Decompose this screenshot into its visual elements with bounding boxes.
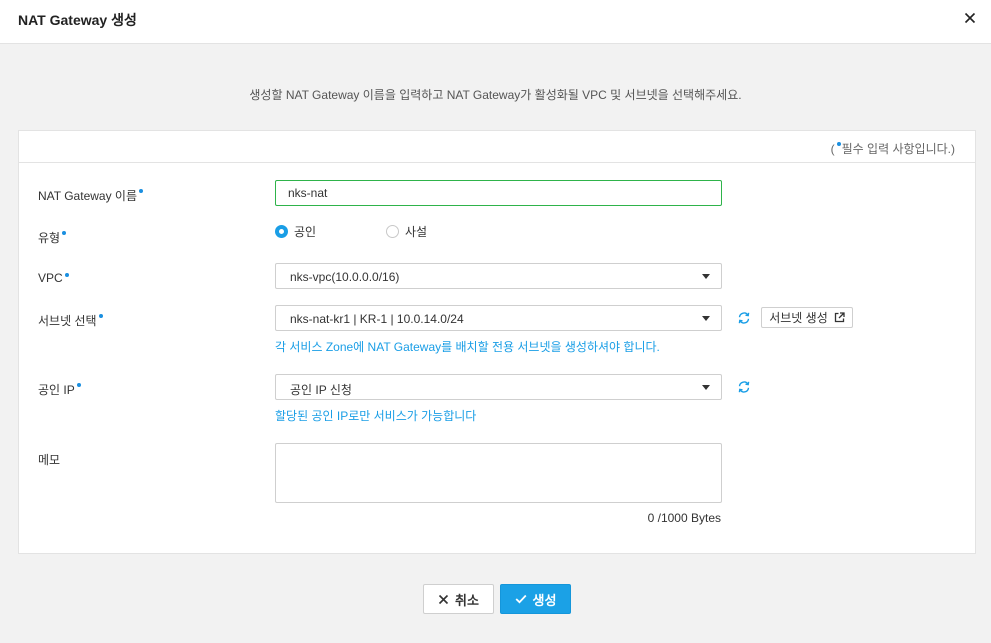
public-ip-hint: 할당된 공인 IP로만 서비스가 가능합니다 xyxy=(275,409,477,423)
public-ip-label-text: 공인 IP xyxy=(38,383,75,397)
cancel-button[interactable]: 취소 xyxy=(423,584,494,614)
cancel-label: 취소 xyxy=(455,592,479,608)
x-icon xyxy=(438,594,449,604)
required-dot xyxy=(76,383,81,387)
type-label: 유형 xyxy=(38,229,67,246)
type-radio-private-label: 사설 xyxy=(405,225,428,239)
close-icon xyxy=(964,12,976,24)
subnet-select-value: nks-nat-kr1 | KR-1 | 10.0.14.0/24 xyxy=(290,312,464,326)
required-note-text: 필수 입력 사항입니다.) xyxy=(841,142,955,156)
required-note-open: ( xyxy=(830,142,835,156)
close-button[interactable] xyxy=(961,9,979,27)
refresh-icon xyxy=(738,312,750,324)
name-label: NAT Gateway 이름 xyxy=(38,187,144,204)
memo-byte-count: 0 /1000 Bytes xyxy=(647,511,721,525)
memo-textarea[interactable] xyxy=(275,443,722,503)
subnet-label-text: 서브넷 선택 xyxy=(38,314,97,328)
dialog-header: NAT Gateway 생성 xyxy=(0,0,991,44)
required-dot xyxy=(836,142,841,146)
dialog-description: 생성할 NAT Gateway 이름을 입력하고 NAT Gateway가 활성… xyxy=(249,88,742,102)
required-bar: ( 필수 입력 사항입니다.) xyxy=(19,131,975,163)
dialog-title: NAT Gateway 생성 xyxy=(18,12,137,28)
vpc-select-value: nks-vpc(10.0.0.0/16) xyxy=(290,270,400,284)
required-note: ( 필수 입력 사항입니다.) xyxy=(831,140,955,157)
type-radio-private[interactable]: 사설 xyxy=(386,223,427,240)
refresh-icon xyxy=(738,381,750,393)
required-dot xyxy=(64,273,69,277)
public-ip-label: 공인 IP xyxy=(38,381,82,398)
subnet-hint: 각 서비스 Zone에 NAT Gateway를 배치할 전용 서브넷을 생성하… xyxy=(275,340,660,354)
type-radio-public-label: 공인 xyxy=(294,225,317,239)
create-label: 생성 xyxy=(532,592,557,608)
caret-down-icon xyxy=(702,385,710,390)
public-ip-refresh-button[interactable] xyxy=(737,380,751,394)
form-card: ( 필수 입력 사항입니다.) NAT Gateway 이름 유형 공인 사설 V… xyxy=(18,130,976,554)
vpc-select[interactable]: nks-vpc(10.0.0.0/16) xyxy=(275,263,722,289)
subnet-select[interactable]: nks-nat-kr1 | KR-1 | 10.0.14.0/24 xyxy=(275,305,722,331)
check-icon xyxy=(515,594,526,604)
name-label-text: NAT Gateway 이름 xyxy=(38,189,137,203)
subnet-create-button[interactable]: 서브넷 생성 xyxy=(761,307,853,328)
public-ip-select-value: 공인 IP 신청 xyxy=(290,383,352,397)
caret-down-icon xyxy=(702,274,710,279)
subnet-create-label: 서브넷 생성 xyxy=(769,311,828,325)
name-input[interactable] xyxy=(275,180,722,206)
required-dot xyxy=(98,314,103,318)
required-dot xyxy=(62,231,67,235)
memo-label: 메모 xyxy=(38,453,61,467)
create-button[interactable]: 생성 xyxy=(500,584,571,614)
type-radio-public[interactable]: 공인 xyxy=(275,223,316,240)
vpc-label: VPC xyxy=(38,271,70,285)
radio-checked xyxy=(275,225,288,238)
subnet-refresh-button[interactable] xyxy=(737,311,751,325)
type-label-text: 유형 xyxy=(38,231,61,245)
vpc-label-text: VPC xyxy=(38,271,63,285)
radio-unchecked xyxy=(386,225,399,238)
subnet-label: 서브넷 선택 xyxy=(38,312,104,329)
required-dot xyxy=(139,189,143,193)
public-ip-select[interactable]: 공인 IP 신청 xyxy=(275,374,722,400)
caret-down-icon xyxy=(702,316,710,321)
external-link-icon xyxy=(834,312,845,323)
